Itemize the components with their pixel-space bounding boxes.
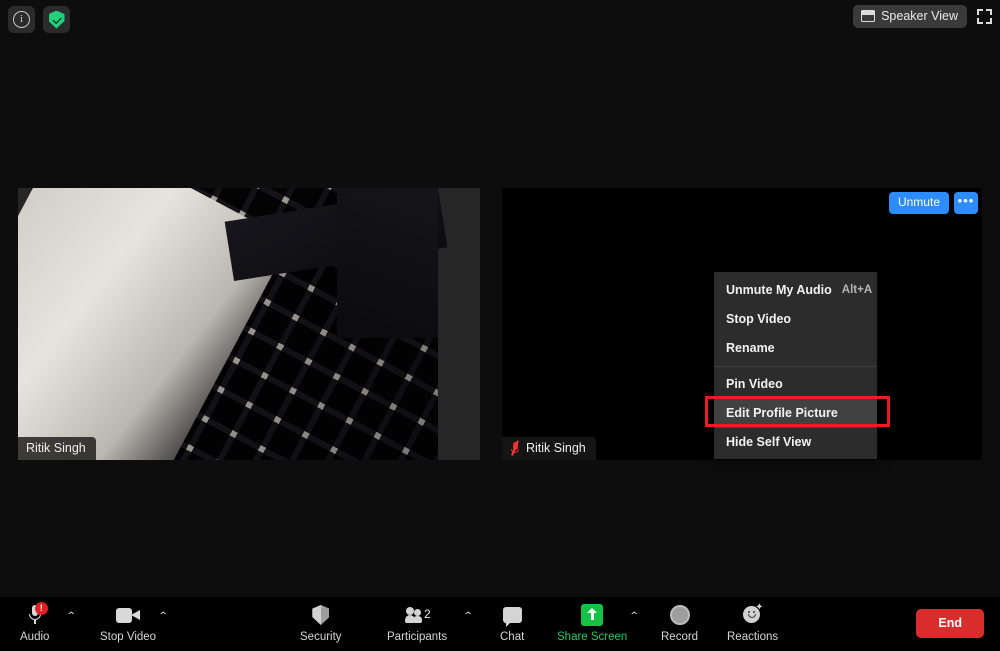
top-bar-right-group: Speaker View	[853, 5, 992, 28]
toolbar-participants-label: Participants	[387, 631, 447, 643]
menu-item-shortcut: Alt+A	[842, 284, 872, 296]
toolbar-video-button[interactable]: Stop Video	[100, 603, 156, 643]
menu-divider	[714, 366, 877, 367]
encryption-status-button[interactable]	[43, 6, 70, 33]
menu-item-label: Rename	[726, 341, 775, 355]
menu-item-label: Unmute My Audio	[726, 283, 832, 297]
menu-item-hide-self-view[interactable]: Hide Self View	[714, 428, 877, 457]
shield-icon	[312, 603, 329, 627]
menu-item-label: Pin Video	[726, 377, 783, 391]
menu-item-label: Edit Profile Picture	[726, 406, 838, 420]
menu-item-label: Hide Self View	[726, 435, 811, 449]
people-icon: 2	[405, 603, 429, 627]
toolbar-record-label: Record	[661, 631, 698, 643]
audio-options-caret-icon[interactable]: ⌃	[66, 611, 77, 622]
record-circle-icon	[670, 603, 690, 627]
participant-context-menu[interactable]: Unmute My Audio Alt+A Stop Video Rename …	[714, 272, 877, 459]
self-view-name-tag: Ritik Singh	[502, 437, 596, 460]
menu-item-stop-video[interactable]: Stop Video	[714, 305, 877, 334]
more-options-button[interactable]: •••	[954, 192, 978, 214]
participant-1-name-tag: Ritik Singh	[18, 437, 96, 460]
self-view-controls: Unmute •••	[889, 192, 978, 214]
fullscreen-expand-icon[interactable]	[977, 9, 992, 24]
share-screen-icon	[581, 603, 603, 627]
toolbar-security-label: Security	[300, 631, 342, 643]
microphone-icon: !	[29, 603, 41, 627]
info-icon: i	[13, 11, 30, 28]
unmute-button[interactable]: Unmute	[889, 192, 949, 214]
meeting-controls-toolbar: ! Audio ⌃ Stop Video ⌃ Security 2	[0, 597, 1000, 651]
participant-1-video-feed	[78, 188, 438, 460]
toolbar-participants-button[interactable]: 2 Participants	[387, 603, 447, 643]
toolbar-reactions-label: Reactions	[727, 631, 778, 643]
mic-muted-icon	[510, 441, 520, 455]
layout-grid-icon	[861, 10, 875, 22]
meeting-top-bar: i Speaker View	[0, 0, 1000, 40]
toolbar-record-button[interactable]: Record	[661, 603, 698, 643]
toolbar-chat-button[interactable]: Chat	[500, 603, 524, 643]
camera-icon	[116, 603, 140, 627]
menu-item-rename[interactable]: Rename	[714, 334, 877, 363]
participant-1-name: Ritik Singh	[26, 441, 86, 455]
self-view-name: Ritik Singh	[526, 441, 586, 455]
menu-item-unmute-my-audio[interactable]: Unmute My Audio Alt+A	[714, 276, 877, 305]
video-tile-participant-1[interactable]: Ritik Singh	[18, 188, 480, 460]
audio-alert-badge: !	[35, 602, 48, 615]
toolbar-share-screen-button[interactable]: Share Screen	[557, 603, 627, 643]
chat-bubble-icon	[503, 603, 522, 627]
end-meeting-button[interactable]: End	[916, 609, 984, 638]
share-options-caret-icon[interactable]: ⌃	[629, 611, 640, 622]
participants-count: 2	[424, 607, 431, 621]
video-options-caret-icon[interactable]: ⌃	[158, 611, 169, 622]
shield-encryption-icon	[49, 11, 65, 29]
menu-item-edit-profile-picture[interactable]: Edit Profile Picture	[714, 399, 877, 428]
menu-item-pin-video[interactable]: Pin Video	[714, 370, 877, 399]
toolbar-reactions-button[interactable]: ✦ Reactions	[727, 603, 778, 643]
video-feed-shadow	[225, 188, 448, 281]
view-mode-label: Speaker View	[881, 9, 958, 23]
toolbar-security-button[interactable]: Security	[300, 603, 342, 643]
participants-options-caret-icon[interactable]: ⌃	[463, 611, 474, 622]
toolbar-audio-label: Audio	[20, 631, 49, 643]
view-mode-button[interactable]: Speaker View	[853, 5, 967, 28]
menu-item-label: Stop Video	[726, 312, 791, 326]
video-stage: Ritik Singh Ritik Singh Unmute ••• Unmut…	[0, 0, 1000, 597]
toolbar-share-screen-label: Share Screen	[557, 631, 627, 643]
meeting-info-button[interactable]: i	[8, 6, 35, 33]
reactions-smiley-icon: ✦	[743, 603, 763, 627]
toolbar-chat-label: Chat	[500, 631, 524, 643]
zoom-meeting-window: Ritik Singh Ritik Singh Unmute ••• Unmut…	[0, 0, 1000, 651]
top-bar-left-group: i	[8, 6, 70, 33]
toolbar-video-label: Stop Video	[100, 631, 156, 643]
toolbar-audio-button[interactable]: ! Audio	[20, 603, 49, 643]
